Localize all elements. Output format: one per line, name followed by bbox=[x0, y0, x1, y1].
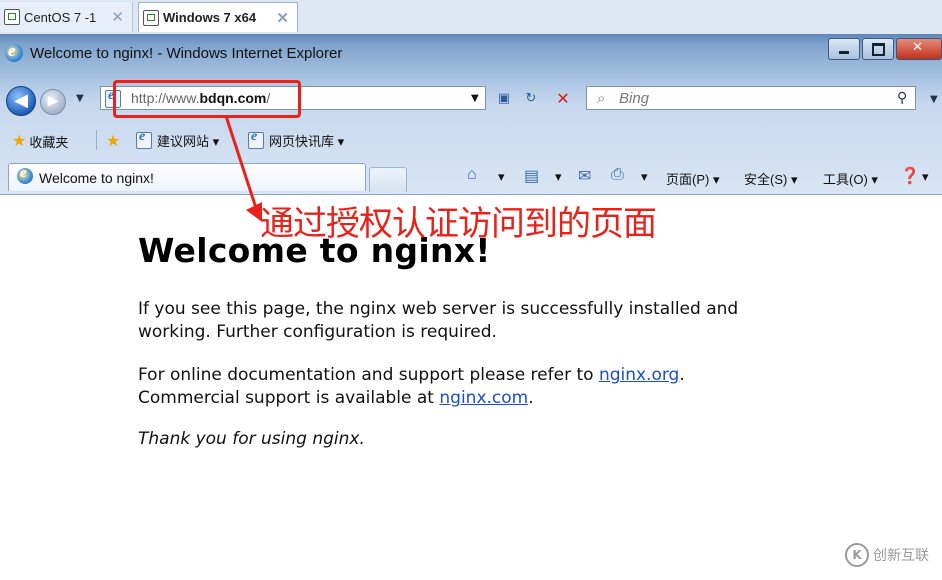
address-dropdown-icon[interactable]: ▼ bbox=[471, 93, 479, 104]
tab-row: Welcome to nginx! ⌂ ▾ ▤ ▾ ✉ ⎙ ▾ 页面(P) ▾ … bbox=[0, 161, 942, 194]
page-content: Welcome to nginx! If you see this page, … bbox=[0, 194, 942, 580]
thanks-paragraph: Thank you for using nginx. bbox=[138, 429, 365, 449]
compatibility-view-icon[interactable]: ▣ bbox=[493, 88, 515, 110]
page-menu-button[interactable]: 页面(P) ▾ bbox=[666, 169, 719, 188]
minimize-button[interactable] bbox=[828, 38, 860, 60]
close-window-button[interactable] bbox=[896, 38, 942, 60]
intro-paragraph: If you see this page, the nginx web serv… bbox=[138, 299, 739, 342]
ie-page-icon bbox=[136, 129, 152, 149]
star-icon: ★ bbox=[12, 133, 27, 150]
safety-menu-button[interactable]: 安全(S) ▾ bbox=[744, 169, 797, 188]
history-dropdown-icon[interactable]: ▼ bbox=[76, 93, 84, 104]
vm-tab-label: CentOS 7 -1 bbox=[24, 9, 97, 25]
home-dropdown-icon[interactable]: ▾ bbox=[498, 169, 505, 185]
ie-page-icon bbox=[248, 129, 264, 149]
print-icon[interactable]: ⎙ bbox=[611, 166, 624, 184]
nginx-org-link[interactable]: nginx.org bbox=[599, 365, 679, 385]
vm-tab-strip: CentOS 7 -1 ✕ Windows 7 x64 ✕ bbox=[0, 0, 942, 35]
nginx-com-link[interactable]: nginx.com bbox=[439, 388, 528, 408]
mail-icon[interactable]: ✉ bbox=[578, 166, 591, 186]
vm-tab-centos[interactable]: CentOS 7 -1 ✕ bbox=[0, 2, 133, 32]
window-title: Welcome to nginx! - Windows Internet Exp… bbox=[30, 45, 343, 62]
search-box[interactable]: ⌕ Bing ⚲ bbox=[586, 86, 916, 110]
watermark: K 创新互联 bbox=[845, 543, 929, 567]
watermark-logo-icon: K bbox=[845, 543, 869, 567]
favorites-button[interactable]: ★ 收藏夹 bbox=[12, 131, 68, 151]
title-bar[interactable]: Welcome to nginx! - Windows Internet Exp… bbox=[0, 38, 942, 66]
search-go-icon[interactable]: ⚲ bbox=[897, 90, 907, 106]
close-icon[interactable]: ✕ bbox=[276, 9, 289, 27]
help-dropdown-icon[interactable]: ▾ bbox=[922, 169, 929, 185]
add-favorites-icon[interactable]: ★ bbox=[106, 131, 123, 151]
annotation-text: 通过授权认证访问到的页面 bbox=[260, 204, 657, 244]
forward-button[interactable]: ▶ bbox=[40, 89, 66, 115]
help-icon[interactable]: ❓ bbox=[900, 166, 920, 186]
search-placeholder: Bing bbox=[619, 90, 650, 107]
search-dropdown-icon[interactable]: ▼ bbox=[930, 94, 938, 105]
refresh-icon[interactable]: ↻ bbox=[520, 88, 542, 110]
tab-welcome-nginx[interactable]: Welcome to nginx! bbox=[8, 163, 366, 191]
close-icon[interactable]: ✕ bbox=[111, 8, 124, 26]
ie-logo-icon bbox=[17, 165, 33, 184]
feeds-dropdown-icon[interactable]: ▾ bbox=[555, 169, 562, 185]
stop-icon[interactable]: ✕ bbox=[552, 88, 574, 110]
feeds-icon[interactable]: ▤ bbox=[524, 166, 539, 186]
arrow-left-icon: ◀ bbox=[14, 90, 28, 111]
support-paragraph: For online documentation and support ple… bbox=[138, 365, 685, 408]
search-icon: ⌕ bbox=[597, 89, 606, 107]
divider bbox=[96, 130, 97, 150]
arrow-right-icon: ▶ bbox=[47, 93, 59, 109]
vm-tab-label: Windows 7 x64 bbox=[163, 10, 257, 25]
vm-icon bbox=[4, 9, 20, 25]
maximize-button[interactable] bbox=[862, 38, 894, 60]
back-button[interactable]: ◀ bbox=[6, 86, 36, 116]
vm-icon bbox=[143, 9, 159, 26]
favorites-bar: ★ 收藏夹 ★ 建议网站 ▾ 网页快讯库 ▾ bbox=[0, 127, 942, 153]
new-tab-button[interactable] bbox=[369, 167, 407, 192]
tools-menu-button[interactable]: 工具(O) ▾ bbox=[823, 169, 878, 188]
url-highlight-box bbox=[113, 80, 301, 118]
favorite-item-suggested-sites[interactable]: 建议网站 ▾ bbox=[136, 129, 219, 150]
vm-tab-windows7[interactable]: Windows 7 x64 ✕ bbox=[138, 2, 298, 32]
print-dropdown-icon[interactable]: ▾ bbox=[641, 169, 648, 185]
home-icon[interactable]: ⌂ bbox=[467, 166, 477, 184]
favorite-item-web-slice-gallery[interactable]: 网页快讯库 ▾ bbox=[248, 129, 344, 150]
ie-logo-icon bbox=[5, 41, 23, 62]
window-controls bbox=[826, 38, 942, 60]
